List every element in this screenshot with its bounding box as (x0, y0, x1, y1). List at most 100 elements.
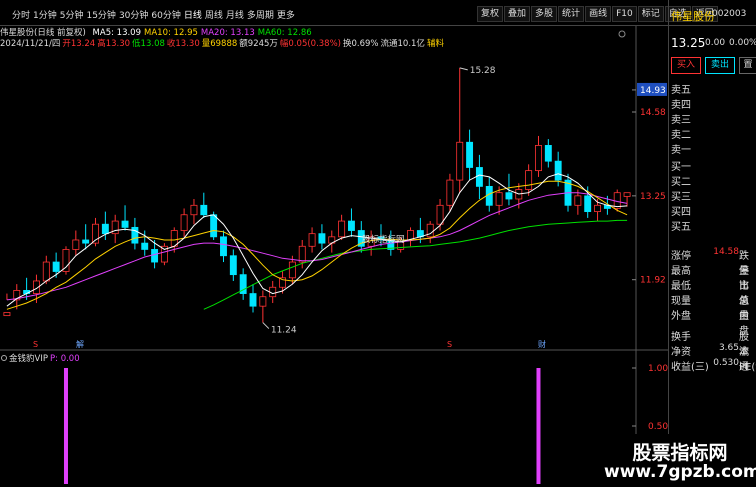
period-menu: 分时 1分钟 5分钟 15分钟 30分钟 60分钟 日线 周线 月线 多周期 更多 (0, 0, 298, 26)
tool-button[interactable]: 画线 (585, 6, 612, 22)
bid-label: 买五 (671, 222, 691, 233)
candle-body (623, 192, 631, 197)
candle-body (584, 195, 592, 213)
indicator-axis-label: 1.00 (648, 364, 668, 374)
top-toolbar: 分时 1分钟 5分钟 15分钟 30分钟 60分钟 日线 周线 月线 多周期 更多 复权 叠加 多股 统计… (0, 0, 756, 26)
bid-label: 买三 (671, 192, 691, 203)
candle-body (249, 293, 257, 307)
period-menu-item[interactable]: 分时 (12, 10, 30, 22)
candle-body (594, 204, 601, 213)
ask-row: 卖四 (669, 95, 756, 111)
buy-button[interactable]: 买入 (671, 57, 701, 74)
candle-body (121, 220, 129, 228)
candle-body (338, 220, 346, 238)
stat-row: 净资 3.65 流通 (669, 342, 756, 373)
stat-label: 换手 (671, 332, 691, 343)
stat-label: 最低 (671, 281, 691, 292)
tool-button[interactable]: 叠加 (504, 6, 531, 22)
candle-body (456, 141, 464, 181)
ask-label: 卖二 (671, 130, 691, 141)
ma60-line (203, 219, 628, 310)
ask-label: 卖四 (671, 100, 691, 111)
tool-button[interactable]: 复权 (477, 6, 504, 22)
high-label: 15.28 (470, 66, 496, 76)
ask-row: 卖三 (669, 110, 756, 126)
stat-row: 最低 市值 (669, 276, 756, 307)
event-marker: 解 (76, 339, 84, 349)
stat-row: 现量 总量 (669, 291, 756, 322)
period-menu-item[interactable]: 周线 (205, 10, 223, 22)
stat-row: 最高 量比 (669, 261, 756, 292)
indicator-value: P: 0.00 (50, 354, 80, 364)
quote-header: 伟星股份 002003 (669, 8, 756, 24)
price-change: 0.00 (705, 38, 726, 48)
candle-body (190, 204, 198, 216)
period-menu-item[interactable]: 30分钟 (119, 10, 148, 22)
stat-label: 涨停 (671, 251, 691, 262)
signal-bar (63, 368, 68, 484)
stat-label: 净资 (671, 347, 691, 358)
candle-body (298, 245, 306, 263)
stock-code: 002003 (712, 9, 747, 19)
period-menu-item[interactable]: 月线 (226, 10, 244, 22)
period-menu-item[interactable]: 多周期 (247, 10, 274, 22)
high-pointer (459, 67, 468, 71)
candle-body (259, 296, 267, 307)
candle-body (525, 170, 533, 190)
center-tag: 股标指标网 (362, 234, 405, 245)
period-menu-item[interactable]: 日线 (184, 10, 202, 22)
period-menu-item[interactable]: 60分钟 (151, 10, 180, 22)
indicator-title: 金钱豹VIP (9, 353, 48, 364)
ask-label: 卖五 (671, 85, 691, 96)
chart-area[interactable]: 伟星股份(日线 前复权) MA5: 13.09 MA10: 12.95 MA20: … (0, 26, 668, 487)
price-change-pct: 0.00% (729, 38, 756, 48)
stat-value: 0.530 (713, 358, 739, 368)
price-axis-label: 14.58 (640, 108, 666, 118)
tool-button[interactable]: F10 (612, 6, 637, 22)
low-pointer (262, 322, 270, 329)
tool-button[interactable]: 标记 (637, 6, 664, 22)
bid-label: 买一 (671, 162, 691, 173)
ask-label: 卖一 (671, 145, 691, 156)
candle-body (505, 192, 513, 200)
price-axis-label: 14.93 (640, 86, 666, 96)
bid-row: 买五 (669, 217, 756, 233)
event-marker: 财 (538, 339, 546, 349)
other-button[interactable]: 置 (739, 57, 756, 74)
candle-body (554, 160, 562, 181)
sell-button[interactable]: 卖出 (705, 57, 735, 74)
stat-row: 外盘 内盘 (669, 306, 756, 337)
candle-body (180, 214, 188, 231)
stat-label: 外盘 (671, 311, 691, 322)
price-row: 13.25 0.00 0.00% (669, 36, 756, 52)
candle-body (131, 226, 139, 244)
candle-body (151, 249, 159, 263)
period-menu-item[interactable]: 1分钟 (33, 10, 57, 22)
bid-label: 买四 (671, 207, 691, 218)
stock-name: 伟星股份 (671, 10, 715, 23)
stat-label: 收益(三) (671, 362, 709, 373)
ma10-line (6, 180, 628, 310)
candle-body (535, 145, 542, 172)
watermark-title: 股票指标网 (632, 442, 728, 464)
price-axis-label: 13.25 (640, 192, 666, 202)
tool-button[interactable]: 统计 (558, 6, 585, 22)
period-menu-item[interactable]: 更多 (277, 10, 295, 22)
kline-chart[interactable]: 14.93 14.58 13.25 11.92 15.28 11.24 股标指标网 S 解 S 财金… (0, 26, 668, 487)
current-price: 13.25 (671, 36, 706, 50)
low-label: 11.24 (271, 326, 297, 336)
watermark: 股票指标网 www.7gpzb.com (604, 434, 756, 487)
candle-body (318, 233, 326, 244)
tool-button[interactable]: 多股 (531, 6, 558, 22)
quote-panel: 伟星股份 002003 13.25 0.00 0.00% 买入 卖出 置 卖五卖… (668, 0, 756, 487)
trade-buttons: 买入 卖出 置 (669, 57, 756, 75)
period-menu-item[interactable]: 5分钟 (60, 10, 84, 22)
stat-row: 换手 股本 (669, 327, 756, 358)
candle-body (466, 141, 474, 168)
candle-body (288, 261, 296, 279)
candle-body (72, 239, 80, 250)
candle-body (82, 239, 90, 244)
settings-icon (618, 30, 626, 38)
period-menu-item[interactable]: 15分钟 (86, 10, 115, 22)
bid-row: 买一 (669, 157, 756, 173)
